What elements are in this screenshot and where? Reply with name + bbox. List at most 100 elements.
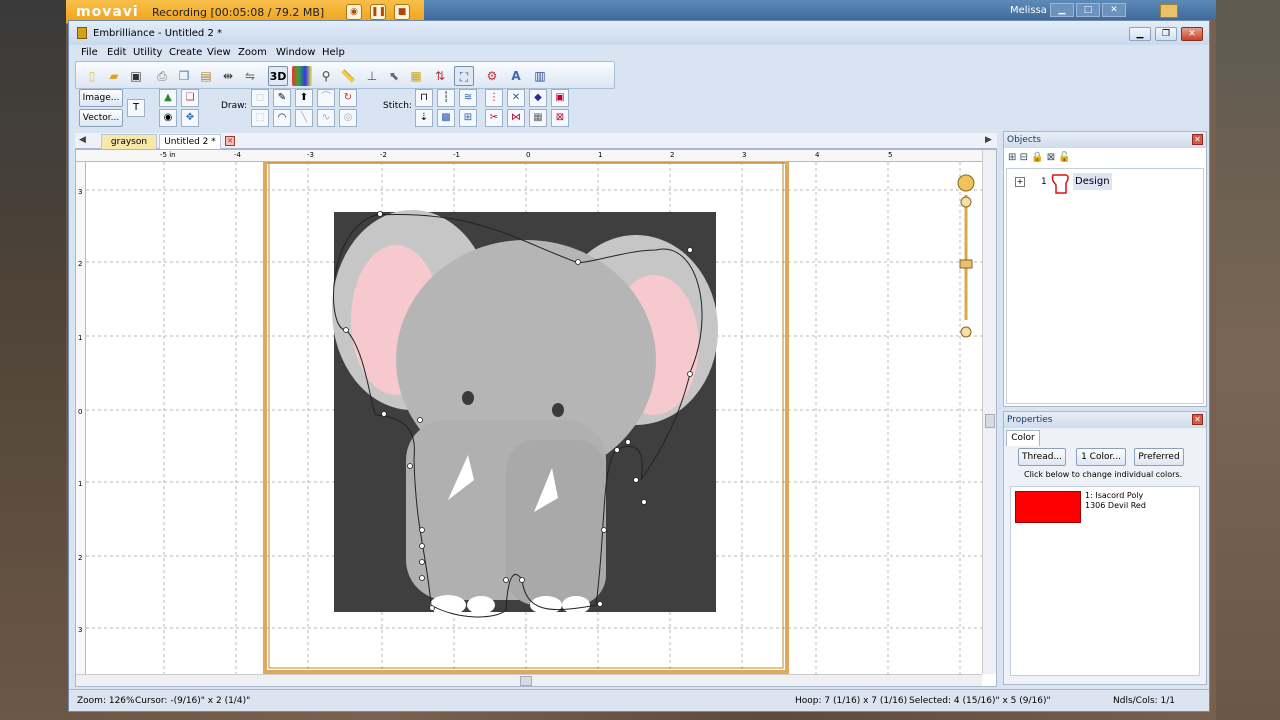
- properties-panel-close-icon[interactable]: ✕: [1192, 414, 1203, 425]
- horizontal-scroll-thumb[interactable]: [520, 676, 532, 686]
- stop-icon[interactable]: ■: [394, 4, 410, 20]
- design-thumbnail-icon: [1051, 174, 1069, 194]
- app-restore-button[interactable]: ❐: [1155, 27, 1177, 41]
- draw-pen-icon[interactable]: ✎: [273, 89, 291, 107]
- draw-label: Draw:: [221, 101, 248, 111]
- folder-icon[interactable]: [1160, 4, 1178, 18]
- vertical-scroll-thumb[interactable]: [985, 414, 995, 428]
- menu-create[interactable]: Create: [169, 47, 202, 58]
- stitch-fill-icon[interactable]: ⋮: [485, 89, 503, 107]
- stitch-order-icon[interactable]: ⇅: [430, 66, 450, 86]
- os-close-button[interactable]: ✕: [1102, 3, 1126, 17]
- flip-horizontal-icon[interactable]: ⇹: [218, 66, 238, 86]
- save-icon[interactable]: ▣: [126, 66, 146, 86]
- color-list: 1: Isacord Poly 1306 Devil Red: [1010, 486, 1200, 676]
- tab-close-icon[interactable]: ✕: [225, 136, 235, 146]
- menu-file[interactable]: File: [81, 47, 98, 58]
- menu-zoom[interactable]: Zoom: [238, 47, 267, 58]
- os-titlebar: Melissa ▁ □ ✕: [424, 0, 1216, 20]
- new-file-icon[interactable]: ▯: [82, 66, 102, 86]
- app-minimize-button[interactable]: ▁: [1129, 27, 1151, 41]
- hoop-view-button[interactable]: ⛶: [454, 66, 474, 86]
- image-button[interactable]: Image...: [79, 89, 123, 107]
- tab-color[interactable]: Color: [1006, 430, 1040, 446]
- object-item-design[interactable]: Design: [1073, 173, 1112, 190]
- vertical-scrollbar[interactable]: [982, 150, 996, 674]
- pause-icon[interactable]: ❚❚: [370, 4, 386, 20]
- mirror-icon[interactable]: ⇋: [240, 66, 260, 86]
- group-icon[interactable]: ⊞: [1008, 152, 1016, 163]
- print-icon[interactable]: ⎙: [152, 66, 172, 86]
- one-color-button[interactable]: 1 Color...: [1076, 448, 1126, 466]
- ruler-h-tick: 3: [742, 151, 747, 159]
- tab-untitled-2[interactable]: Untitled 2 *: [159, 134, 221, 149]
- stitch-needle-icon[interactable]: ⇣: [415, 109, 433, 127]
- menu-utility[interactable]: Utility: [133, 47, 162, 58]
- stitch-running-icon[interactable]: ⊓: [415, 89, 433, 107]
- thread-button[interactable]: Thread...: [1018, 448, 1066, 466]
- select-pointer-icon[interactable]: ⬉: [384, 66, 404, 86]
- draw-rotate-icon[interactable]: ↻: [339, 89, 357, 107]
- horizontal-scrollbar[interactable]: [76, 674, 982, 686]
- stitch-cross-icon[interactable]: ✕: [507, 89, 525, 107]
- hide-icon[interactable]: ⊠: [1047, 152, 1055, 163]
- align-icon[interactable]: ⊥: [362, 66, 382, 86]
- node-icon[interactable]: ✥: [181, 109, 199, 127]
- text-frame-icon[interactable]: T: [127, 99, 145, 117]
- stitch-pattern-icon[interactable]: ⋈: [507, 109, 525, 127]
- color-view-icon[interactable]: [292, 66, 312, 86]
- settings-gear-icon[interactable]: ⚙: [482, 66, 502, 86]
- draw-fill-icon[interactable]: ⬆: [295, 89, 313, 107]
- tab-scroll-left-icon[interactable]: ◀: [79, 135, 86, 145]
- paste-icon[interactable]: ▤: [196, 66, 216, 86]
- menu-edit[interactable]: Edit: [107, 47, 126, 58]
- color-swatch[interactable]: [1015, 491, 1081, 523]
- expand-icon[interactable]: +: [1015, 177, 1025, 187]
- draw-line-icon[interactable]: ╲: [295, 109, 313, 127]
- eye-icon[interactable]: ◉: [159, 109, 177, 127]
- stitch-redwork-icon[interactable]: ✂: [485, 109, 503, 127]
- unlock-icon[interactable]: 🔓: [1058, 152, 1070, 163]
- draw-shape-icon[interactable]: ◻: [251, 89, 269, 107]
- open-folder-icon[interactable]: ▰: [104, 66, 124, 86]
- draw-curve-icon[interactable]: ⌒: [317, 89, 335, 107]
- stitch-satin-icon[interactable]: ≋: [459, 89, 477, 107]
- monogram-icon[interactable]: ▥: [530, 66, 550, 86]
- image-import-icon[interactable]: ▲: [159, 89, 177, 107]
- draw-select-icon[interactable]: ⬚: [251, 109, 269, 127]
- stitch-bean-icon[interactable]: ┆: [437, 89, 455, 107]
- ruler-h-tick: 0: [526, 151, 531, 159]
- stitch-tatami-icon[interactable]: ▩: [437, 109, 455, 127]
- stitch-applique-icon[interactable]: ⊞: [459, 109, 477, 127]
- preferred-button[interactable]: Preferred: [1134, 448, 1184, 466]
- menu-help[interactable]: Help: [322, 47, 345, 58]
- copy-icon[interactable]: ❐: [174, 66, 194, 86]
- 3d-view-button[interactable]: 3D: [268, 66, 288, 86]
- app-close-button[interactable]: ✕: [1181, 27, 1203, 41]
- draw-wave-icon[interactable]: ∿: [317, 109, 335, 127]
- draw-spiral-icon[interactable]: ◎: [339, 109, 357, 127]
- zoom-magnifier-icon[interactable]: ⚲: [316, 66, 336, 86]
- stitch-border-icon[interactable]: ▣: [551, 89, 569, 107]
- stitch-lattice-icon[interactable]: ⊠: [551, 109, 569, 127]
- stitch-grid-icon[interactable]: ▦: [529, 109, 547, 127]
- menu-view[interactable]: View: [207, 47, 231, 58]
- objects-panel-close-icon[interactable]: ✕: [1192, 134, 1203, 145]
- ungroup-icon[interactable]: ⊟: [1020, 152, 1028, 163]
- os-minimize-button[interactable]: ▁: [1050, 3, 1074, 17]
- design-canvas[interactable]: -5 in -4 -3 -2 -1 0 1 2 3 4 5 3 2 1 0 1 …: [75, 149, 997, 687]
- layer-icon[interactable]: ❏: [181, 89, 199, 107]
- menu-window[interactable]: Window: [276, 47, 315, 58]
- ruler-icon[interactable]: 📏: [338, 66, 358, 86]
- stitch-motif-icon[interactable]: ◆: [529, 89, 547, 107]
- camera-icon[interactable]: ◉: [346, 4, 362, 20]
- os-maximize-button[interactable]: □: [1076, 3, 1100, 17]
- tab-grayson[interactable]: grayson: [101, 134, 157, 149]
- properties-icon[interactable]: ▦: [406, 66, 426, 86]
- tab-scroll-right-icon[interactable]: ▶: [985, 135, 992, 145]
- canvas-svg: [86, 160, 982, 674]
- lock-icon[interactable]: 🔒: [1031, 152, 1043, 163]
- vector-button[interactable]: Vector...: [79, 109, 123, 127]
- draw-arc-icon[interactable]: ◠: [273, 109, 291, 127]
- text-tool-icon[interactable]: A: [506, 66, 526, 86]
